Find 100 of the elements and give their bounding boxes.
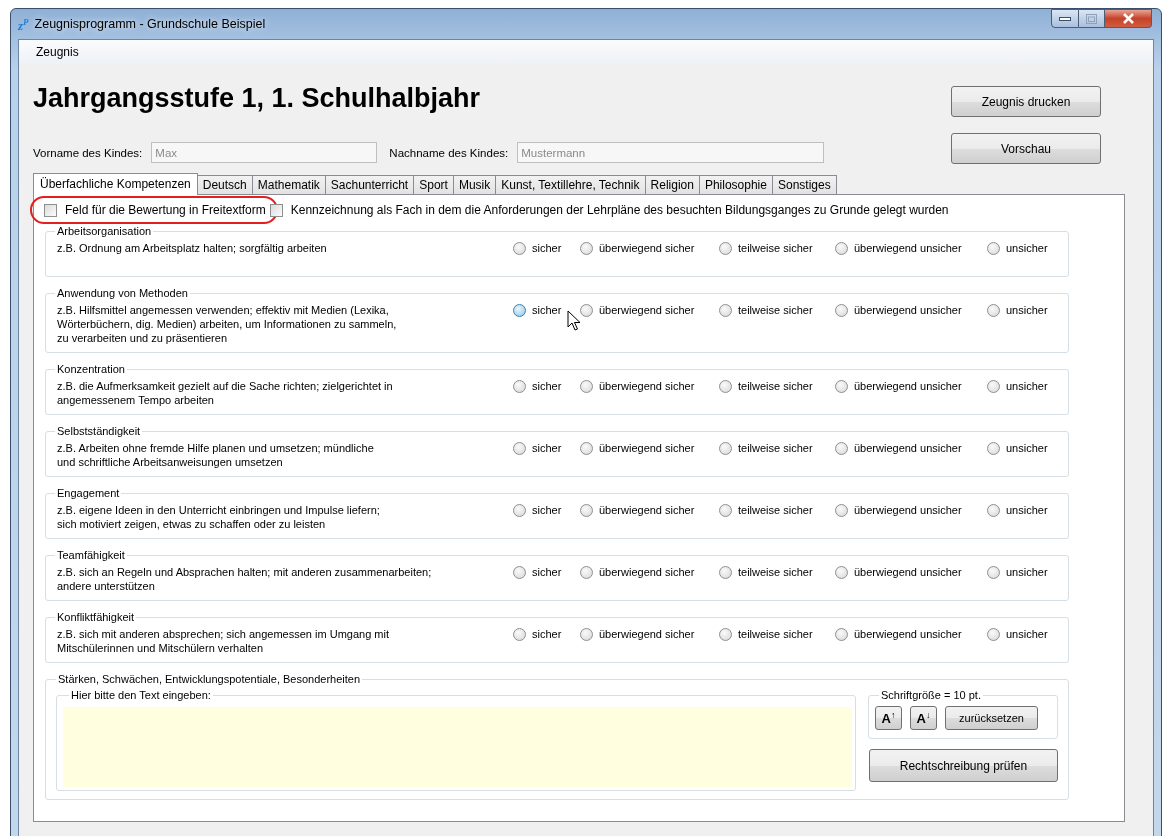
radio-circle[interactable] [513,503,526,517]
radio-circle[interactable] [719,303,732,317]
spellcheck-button[interactable]: Rechtschreibung prüfen [869,749,1058,782]
checkbox[interactable] [269,203,283,217]
radio-option[interactable]: überwiegend unsicher [835,303,987,317]
group-description: z.B. die Aufmerksamkeit gezielt auf die Sache richten; zielgerichtet in angemessenem Tempo arbeiten [57,379,394,407]
radio-circle[interactable] [835,627,848,641]
font-decrease-button[interactable]: A$^{↓}$ [910,706,937,730]
tab[interactable]: Sport [413,175,454,194]
radio-option[interactable]: sicher [513,627,580,641]
print-button[interactable]: Zeugnis drucken [951,86,1101,117]
radio-circle[interactable] [513,241,526,255]
radio-option[interactable]: überwiegend unsicher [835,441,987,455]
group-description: z.B. Hilfsmittel angemessen verwenden; effektiv mit Medien (Lexika, Wörterbüchern, dig. Medien) arbeiten, um Informationen zu sammeln, zu verarbeiten und zu präsentieren [57,303,398,345]
radio-circle[interactable] [513,441,526,455]
maximize-button[interactable] [1079,9,1105,28]
radio-option[interactable]: unsicher [987,441,1057,455]
radio-circle[interactable] [835,379,848,393]
group-description: z.B. Ordnung am Arbeitsplatz halten; sorgfältig arbeiten [57,241,328,256]
tab[interactable]: Philosophie [698,175,773,194]
radio-circle[interactable] [719,503,732,517]
radio-circle[interactable] [987,565,1000,579]
radio-option[interactable]: unsicher [987,303,1057,317]
radio-option[interactable]: unsicher [987,503,1057,517]
radio-option[interactable]: unsicher [987,627,1057,641]
mouse-cursor-icon [567,310,581,332]
tab[interactable]: Mathematik [251,175,326,194]
radio-option[interactable]: teilweise sicher [719,241,835,255]
tab[interactable]: Sachunterricht [324,175,415,194]
radio-option[interactable]: überwiegend sicher [580,565,719,579]
radio-option[interactable]: überwiegend sicher [580,441,719,455]
radio-option[interactable]: sicher [513,379,580,393]
tab[interactable]: Überfachliche Kompetenzen [33,173,198,195]
radio-option[interactable]: unsicher [987,241,1057,255]
radio-circle[interactable] [835,241,848,255]
radio-circle[interactable] [719,627,732,641]
radio-circle[interactable] [987,441,1000,455]
radio-option[interactable]: überwiegend unsicher [835,565,987,579]
radio-circle[interactable] [580,565,593,579]
menu-item[interactable]: Zeugnis [29,43,86,61]
radio-option[interactable]: überwiegend unsicher [835,503,987,517]
tab[interactable]: Kunst, Textillehre, Technik [495,175,646,194]
close-button[interactable] [1105,9,1152,28]
radio-option[interactable]: teilweise sicher [719,303,835,317]
radio-option[interactable]: teilweise sicher [719,627,835,641]
radio-option[interactable]: sicher [513,241,580,255]
checkbox-option[interactable]: Kennzeichnung als Fach in dem die Anforderungen der Lehrpläne des besuchten Bildungsganges zu Grunde gelegt wurden [269,203,949,217]
radio-circle[interactable] [719,441,732,455]
radio-circle[interactable] [580,379,593,393]
radio-option[interactable]: überwiegend sicher [580,379,719,393]
radio-option[interactable]: sicher [513,441,580,455]
radio-option[interactable]: sicher [513,565,580,579]
preview-button[interactable]: Vorschau [951,133,1101,164]
radio-circle[interactable] [513,379,526,393]
radio-circle[interactable] [513,627,526,641]
radio-option[interactable]: teilweise sicher [719,503,835,517]
radio-option[interactable]: sicher [513,303,580,317]
radio-circle[interactable] [719,241,732,255]
font-increase-button[interactable]: A$^{↑}$ [875,706,902,730]
checkbox[interactable] [44,203,57,217]
radio-option[interactable]: überwiegend sicher [580,503,719,517]
radio-option[interactable]: sicher [513,503,580,517]
radio-circle[interactable] [835,303,848,317]
radio-option[interactable]: überwiegend sicher [580,303,719,317]
radio-circle[interactable] [513,565,526,579]
minimize-icon [1059,15,1071,22]
radio-circle[interactable] [580,503,593,517]
radio-option[interactable]: überwiegend unsicher [835,379,987,393]
checkbox-option[interactable]: Feld für die Bewertung in Freitextform [44,203,266,217]
radio-circle[interactable] [835,441,848,455]
minimize-button[interactable] [1051,9,1079,28]
radio-option[interactable]: teilweise sicher [719,565,835,579]
tab[interactable]: Deutsch [196,175,253,194]
reset-button[interactable]: zurücksetzen [945,706,1038,730]
radio-circle[interactable] [835,503,848,517]
radio-circle[interactable] [580,627,593,641]
radio-circle[interactable] [987,503,1000,517]
radio-circle[interactable] [835,565,848,579]
radio-option[interactable]: teilweise sicher [719,441,835,455]
radio-option[interactable]: überwiegend unsicher [835,627,987,641]
tab[interactable]: Religion [644,175,700,194]
group-title: Arbeitsorganisation [56,225,153,238]
radio-circle[interactable] [987,627,1000,641]
radio-option[interactable]: überwiegend sicher [580,241,719,255]
radio-circle[interactable] [580,303,593,317]
radio-circle[interactable] [580,241,593,255]
radio-circle[interactable] [513,303,526,317]
radio-option[interactable]: überwiegend sicher [580,627,719,641]
radio-circle[interactable] [987,303,1000,317]
tab[interactable]: Sonstiges [771,175,837,194]
radio-option[interactable]: unsicher [987,379,1057,393]
radio-circle[interactable] [987,241,1000,255]
radio-option[interactable]: überwiegend unsicher [835,241,987,255]
tab[interactable]: Musik [452,175,497,194]
radio-circle[interactable] [719,379,732,393]
radio-option[interactable]: unsicher [987,565,1057,579]
radio-circle[interactable] [719,565,732,579]
radio-circle[interactable] [987,379,1000,393]
radio-circle[interactable] [580,441,593,455]
radio-option[interactable]: teilweise sicher [719,379,835,393]
